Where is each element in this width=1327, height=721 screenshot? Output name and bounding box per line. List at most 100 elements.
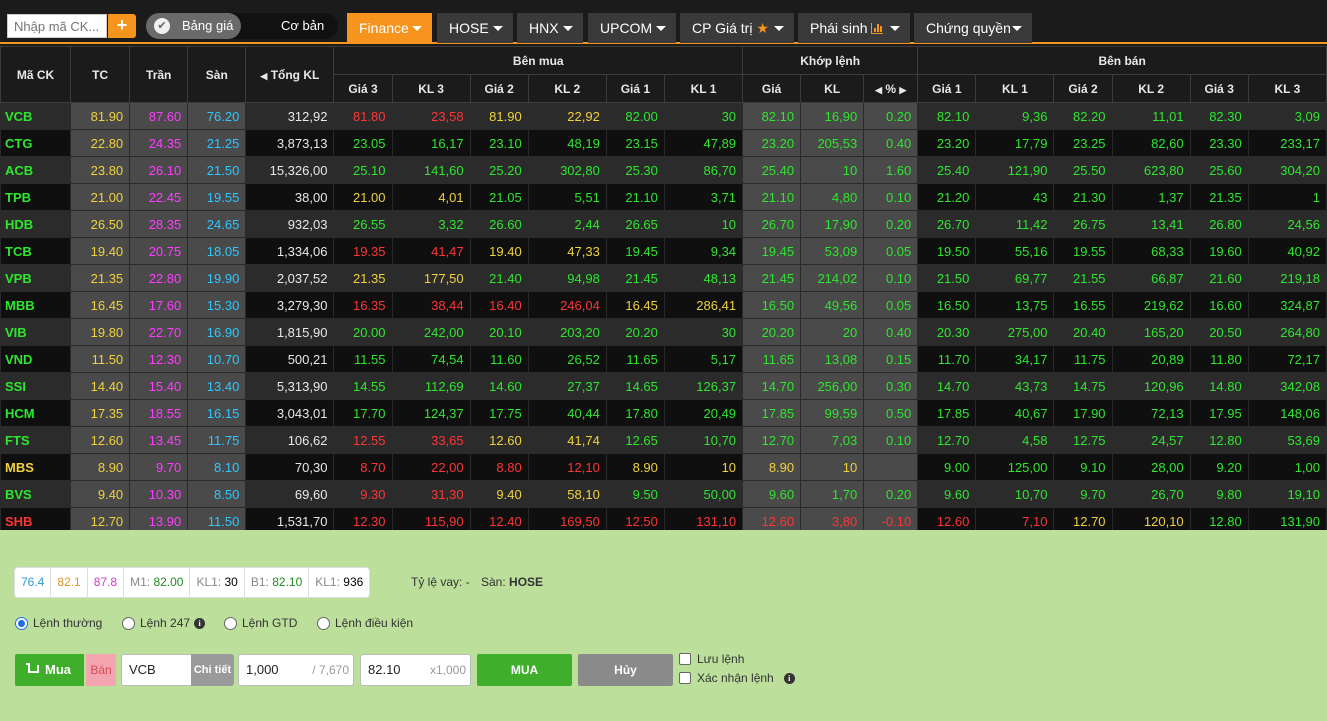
detail-button[interactable]: Chi tiết	[191, 654, 234, 686]
cell-floor: 21.25	[187, 129, 247, 157]
cell-bid1-price: 16.45	[605, 291, 665, 319]
header-ceil[interactable]: Trần	[129, 46, 189, 103]
table-row[interactable]: HCM 17.35 18.55 16.15 3,043,01 17.70 124,37 17.…	[0, 399, 1327, 427]
header-buy-col[interactable]: KL 2	[527, 74, 607, 103]
cell-ask2-vol: 13,41	[1111, 210, 1191, 238]
quantity-input[interactable]: 1,000 / 7,670	[238, 654, 354, 686]
cell-ask2-vol: 72,13	[1111, 399, 1191, 427]
caret-left-icon[interactable]: ◀	[260, 71, 267, 81]
cell-ask1-vol: 17,79	[975, 129, 1055, 157]
info-icon[interactable]: i	[194, 617, 206, 629]
table-row[interactable]: VIB 19.80 22.70 16.90 1,815,90 20.00 242,00 20.…	[0, 318, 1327, 346]
tab-hose[interactable]: HOSE	[437, 13, 513, 43]
header-total-vol[interactable]: ◀ Tổng KL	[245, 46, 335, 103]
table-row[interactable]: ACB 23.80 26.10 21.50 15,326,00 25.10 141,60 25…	[0, 156, 1327, 184]
cell-ask1-vol: 69,77	[975, 264, 1055, 292]
buy-tab-button[interactable]: Mua	[15, 654, 84, 686]
cell-bid3-vol: 41,47	[391, 237, 471, 265]
checkbox-box[interactable]	[679, 672, 691, 684]
header-match-pct[interactable]: ◀ % ▶	[863, 74, 919, 103]
cell-symbol: SSI	[0, 372, 72, 400]
table-row[interactable]: VCB 81.90 87.60 76.20 312,92 81.80 23,58 81.90 2…	[0, 102, 1327, 130]
view-toggle[interactable]: ✔ Bảng giá Cơ bản	[146, 13, 338, 39]
caret-left-icon[interactable]: ◀	[875, 85, 882, 95]
tab-hnx[interactable]: HNX	[517, 13, 583, 43]
chevron-down-icon	[1012, 26, 1022, 31]
cell-ask3-vol: 40,92	[1247, 237, 1327, 265]
radio-conditional-order[interactable]: Lệnh điều kiện	[317, 616, 413, 630]
table-row[interactable]: VND 11.50 12.30 10.70 500,21 11.55 74,54 11.60 2…	[0, 345, 1327, 373]
cell-symbol: VPB	[0, 264, 72, 292]
cell-match-price: 17.85	[742, 399, 802, 427]
table-row[interactable]: TPB 21.00 22.45 19.55 38,00 21.00 4,01 21.05 5,5…	[0, 183, 1327, 211]
header-sell-col[interactable]: KL 3	[1247, 74, 1327, 103]
header-sell-col[interactable]: Giá 1	[917, 74, 977, 103]
table-row[interactable]: FTS 12.60 13.45 11.75 106,62 12.55 33,65 12.60 4…	[0, 426, 1327, 454]
header-symbol[interactable]: Mã CK	[0, 46, 72, 103]
radio-dot[interactable]	[224, 616, 237, 630]
header-sell-col[interactable]: Giá 2	[1053, 74, 1113, 103]
header-buy-col[interactable]: KL 1	[663, 74, 744, 103]
header-match-vol[interactable]: KL	[800, 74, 865, 103]
tab-cp-gia-tri[interactable]: CP Giá trị ★	[680, 13, 794, 43]
cell-match-vol: 10	[800, 453, 865, 481]
cell-ask2-price: 26.75	[1053, 210, 1113, 238]
price-input[interactable]: 82.10 x1,000	[360, 654, 471, 686]
cancel-button[interactable]: Hủy	[578, 654, 673, 686]
symbol-search-input[interactable]	[7, 14, 107, 38]
header-buy-col[interactable]: Giá 3	[333, 74, 393, 103]
header-sell-col[interactable]: KL 1	[975, 74, 1055, 103]
radio-gtd-order[interactable]: Lệnh GTD	[224, 616, 297, 630]
caret-right-icon[interactable]: ▶	[899, 85, 906, 95]
add-symbol-button[interactable]: +	[108, 14, 136, 38]
cell-match-vol: 7,03	[800, 426, 865, 454]
header-floor[interactable]: Sàn	[187, 46, 247, 103]
header-buy-col[interactable]: Giá 2	[469, 74, 529, 103]
cell-bid2-vol: 12,10	[527, 453, 607, 481]
sell-tab-button[interactable]: Bán	[86, 654, 116, 686]
tab-chung-quyen[interactable]: Chứng quyền	[914, 13, 1032, 43]
table-row[interactable]: MBB 16.45 17.60 15.30 3,279,30 16.35 38,44 16.4…	[0, 291, 1327, 319]
header-buy-col[interactable]: Giá 1	[605, 74, 665, 103]
radio-dot[interactable]	[15, 616, 28, 630]
cell-ask1-price: 25.40	[917, 156, 977, 184]
header-buy-col[interactable]: KL 3	[391, 74, 471, 103]
tab-phai-sinh[interactable]: Phái sinh	[798, 13, 910, 43]
table-row[interactable]: TCB 19.40 20.75 18.05 1,334,06 19.35 41,47 19.4…	[0, 237, 1327, 265]
tab-upcom[interactable]: UPCOM	[588, 13, 676, 43]
radio-dot[interactable]	[122, 616, 135, 630]
cell-ask2-price: 16.55	[1053, 291, 1113, 319]
checkbox-box[interactable]	[679, 653, 691, 665]
table-row[interactable]: VPB 21.35 22.80 19.90 2,037,52 21.35 177,50 21.…	[0, 264, 1327, 292]
header-match-price[interactable]: Giá	[742, 74, 802, 103]
table-row[interactable]: CTG 22.80 24.35 21.25 3,873,13 23.05 16,17 23.1…	[0, 129, 1327, 157]
quantity-max: / 7,670	[312, 663, 349, 677]
cell-ref: 16.45	[70, 291, 131, 319]
radio-normal-order[interactable]: Lệnh thường	[15, 616, 102, 630]
save-order-checkbox[interactable]: Lưu lệnh	[679, 652, 744, 666]
table-row[interactable]: HDB 26.50 28.35 24.65 932,03 26.55 3,32 26.60 2,…	[0, 210, 1327, 238]
cell-bid3-vol: 74,54	[391, 345, 471, 373]
table-row[interactable]: MBS 8.90 9.70 8.10 70,30 8.70 22,00 8.80 12,10 8.…	[0, 453, 1327, 481]
table-row[interactable]: BVS 9.40 10.30 8.50 69,60 9.30 31,30 9.40 58,10 9…	[0, 480, 1327, 508]
header-ref[interactable]: TC	[70, 46, 131, 103]
cell-ask2-vol: 120,96	[1111, 372, 1191, 400]
header-sell-col[interactable]: Giá 3	[1189, 74, 1249, 103]
toggle-basic[interactable]: Cơ bản	[281, 13, 324, 39]
symbol-field[interactable]: VCB	[121, 654, 193, 686]
cell-match-price: 21.10	[742, 183, 802, 211]
submit-buy-button[interactable]: MUA	[477, 654, 572, 686]
radio-247-order[interactable]: Lệnh 247 i	[122, 616, 206, 630]
cell-symbol: BVS	[0, 480, 72, 508]
radio-dot[interactable]	[317, 616, 330, 630]
cell-floor: 11.75	[187, 426, 247, 454]
table-row[interactable]: SSI 14.40 15.40 13.40 5,313,90 14.55 112,69 14.…	[0, 372, 1327, 400]
toggle-price-board[interactable]: ✔ Bảng giá	[146, 13, 241, 39]
tab-finance[interactable]: Finance	[347, 13, 432, 43]
confirm-order-checkbox[interactable]: Xác nhận lệnh i	[679, 671, 795, 685]
cell-match-pct: 0.05	[863, 291, 919, 319]
cell-match-price: 21.45	[742, 264, 802, 292]
cell-match-vol: 16,90	[800, 102, 865, 130]
header-sell-col[interactable]: KL 2	[1111, 74, 1191, 103]
info-icon[interactable]: i	[783, 672, 795, 684]
